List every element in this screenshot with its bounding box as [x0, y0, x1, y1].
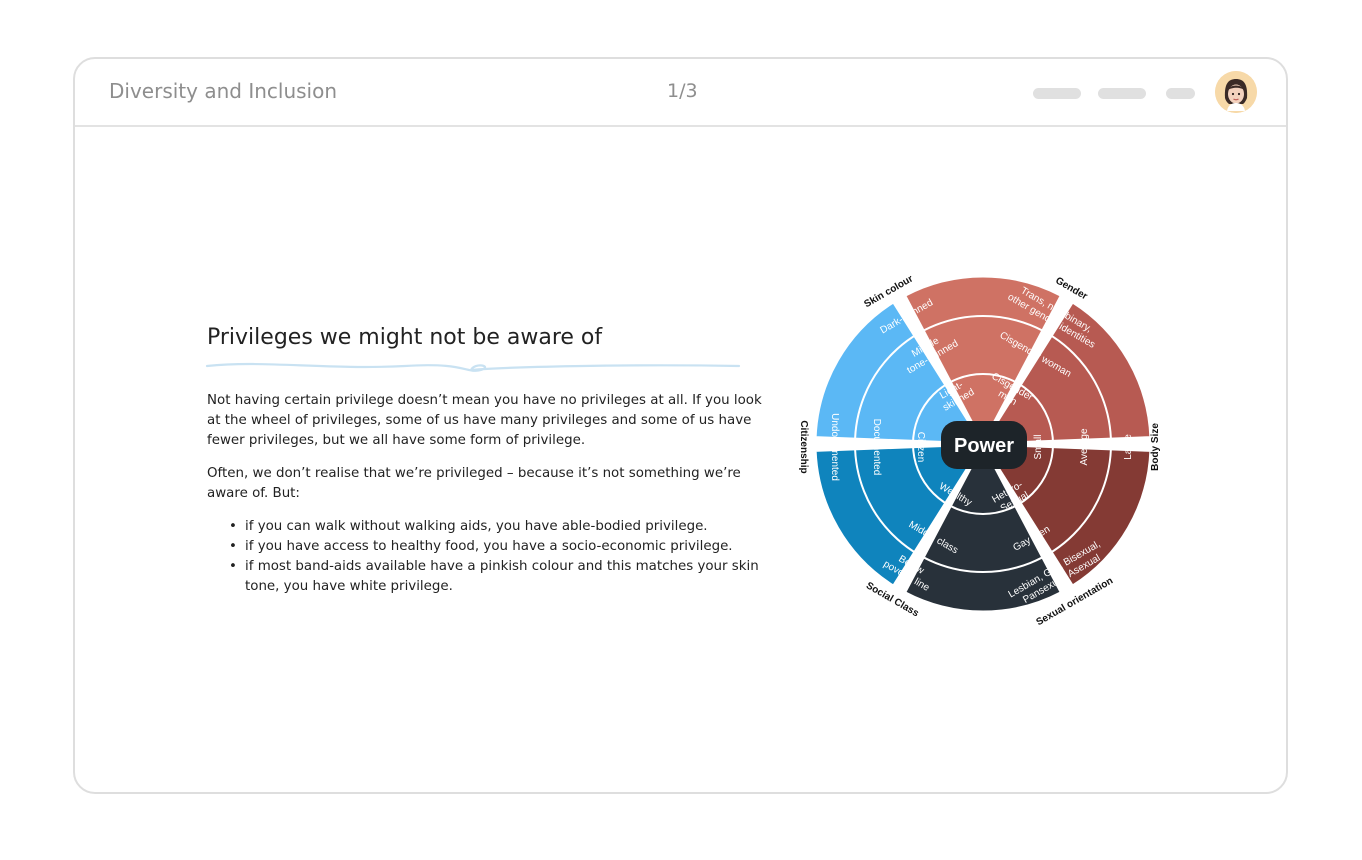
nav-placeholder-3[interactable] — [1166, 88, 1195, 99]
list-item: if you can walk without walking aids, yo… — [207, 517, 767, 537]
nav-placeholder-1[interactable] — [1033, 88, 1081, 99]
header-bar: Diversity and Inclusion 1/3 — [75, 59, 1286, 127]
label-undocumented: Undocumented — [829, 413, 840, 481]
list-item: if you have access to healthy food, you … — [207, 537, 767, 557]
category-body-size: Body Size — [1150, 423, 1161, 471]
label-citizen: Citizen — [915, 432, 926, 463]
power-label: Power — [954, 435, 1014, 457]
woman-avatar-icon[interactable] — [1215, 71, 1257, 113]
lesson-card: Diversity and Inclusion 1/3 Privileges w… — [73, 57, 1288, 794]
label-small: Small — [1033, 434, 1044, 459]
privilege-wheel: Power Light- skinned Middle tone-skinned… — [798, 273, 1161, 628]
list-item: if most band-aids available have a pinki… — [207, 557, 767, 597]
privilege-examples-list: if you can walk without walking aids, yo… — [207, 517, 767, 597]
app-title: Diversity and Inclusion — [109, 79, 338, 103]
section-heading: Privileges we might not be aware of — [207, 325, 603, 350]
awareness-paragraph: Often, we don’t realise that we’re privi… — [207, 466, 741, 501]
label-average: Average — [1079, 428, 1090, 466]
label-large: Large — [1123, 434, 1134, 460]
decorative-wave-divider — [205, 362, 741, 372]
label-documented: Documented — [871, 419, 882, 476]
intro-paragraph: Not having certain privilege doesn’t mea… — [207, 393, 762, 448]
page-indicator: 1/3 — [667, 80, 698, 102]
category-citizenship: Citizenship — [798, 420, 809, 473]
nav-placeholder-2[interactable] — [1098, 88, 1146, 99]
